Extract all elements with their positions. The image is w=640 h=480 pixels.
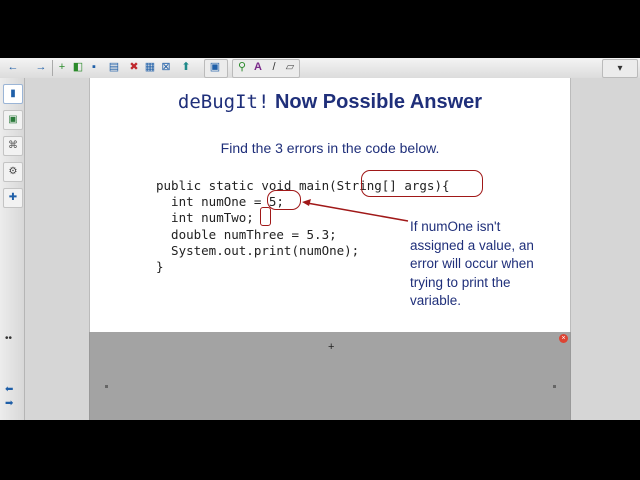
screenshade-icon[interactable]: ⊠ (160, 60, 172, 75)
toolbar: ← → + ◧ ▪ ▤ ✖ ▦ ⊠ ⬆ ▣ ⚲ A / ▱ ▾ (0, 58, 640, 79)
tools-group: ⚲ A / ▱ (232, 59, 300, 78)
instruction-text: Find the 3 errors in the code below. (220, 140, 440, 156)
letterbox-bottom (0, 420, 640, 480)
addons-icon[interactable]: ✚ (3, 188, 23, 208)
share-icon[interactable]: ⬆ (180, 60, 192, 75)
display-group: ▣ (204, 59, 228, 78)
title-code-text: deBugIt! (177, 91, 270, 113)
new-page-icon[interactable]: + (56, 60, 68, 75)
sidebar: ▮ ▣ ⌘ ⚙ ✚ •• ⬅ ➡ (0, 78, 25, 420)
next-page-icon[interactable]: ➡ (5, 399, 13, 409)
previous-page-icon[interactable]: ⬅ (5, 385, 13, 395)
crosshair-cursor-icon: + (328, 341, 335, 353)
display-icon[interactable]: ▣ (208, 60, 222, 75)
notebook-page: deBugIt! Now Possible Answer Find the 3 … (89, 78, 571, 332)
save-icon[interactable]: ▪ (88, 60, 100, 75)
answer-note: If numOne isn't assigned a value, an err… (410, 219, 534, 308)
canvas-area: deBugIt! Now Possible Answer Find the 3 … (25, 78, 640, 420)
line-icon[interactable]: / (267, 60, 281, 75)
select-icon[interactable]: ⚲ (235, 60, 249, 75)
insert-icon[interactable]: ◧ (72, 60, 84, 75)
collapse-sidebar-icon[interactable]: •• (5, 334, 12, 344)
properties-icon[interactable]: ⚙ (3, 162, 23, 182)
pen-icon[interactable]: A (251, 60, 265, 75)
error-box-semicolon (260, 207, 271, 226)
table-icon[interactable]: ▦ (144, 60, 156, 75)
title-bold-text: Now Possible Answer (274, 91, 483, 113)
undo-icon[interactable]: ← (6, 60, 20, 75)
delete-icon[interactable]: ✖ (128, 60, 140, 75)
resize-handle-right[interactable] (553, 385, 556, 388)
redo-icon[interactable]: → (34, 60, 48, 75)
page-sorter-icon[interactable]: ▮ (3, 84, 23, 104)
error-circle-assignment (267, 190, 301, 210)
eraser-icon[interactable]: ▱ (283, 60, 297, 75)
gallery-icon[interactable]: ▣ (3, 110, 23, 130)
smart-notebook-window: ← → + ◧ ▪ ▤ ✖ ▦ ⊠ ⬆ ▣ ⚲ A / ▱ ▾ ▮ ▣ ⌘ ⚙ … (0, 58, 640, 420)
attachments-icon[interactable]: ⌘ (3, 136, 23, 156)
close-icon[interactable]: × (559, 334, 568, 343)
page-title: deBugIt! Now Possible Answer (90, 91, 570, 114)
print-icon[interactable]: ▤ (108, 60, 120, 75)
toolbar-menu-icon[interactable]: ▾ (602, 59, 638, 78)
error-circle-args (361, 170, 483, 197)
resize-handle-left[interactable] (105, 385, 108, 388)
gray-panel: × + (89, 332, 571, 420)
